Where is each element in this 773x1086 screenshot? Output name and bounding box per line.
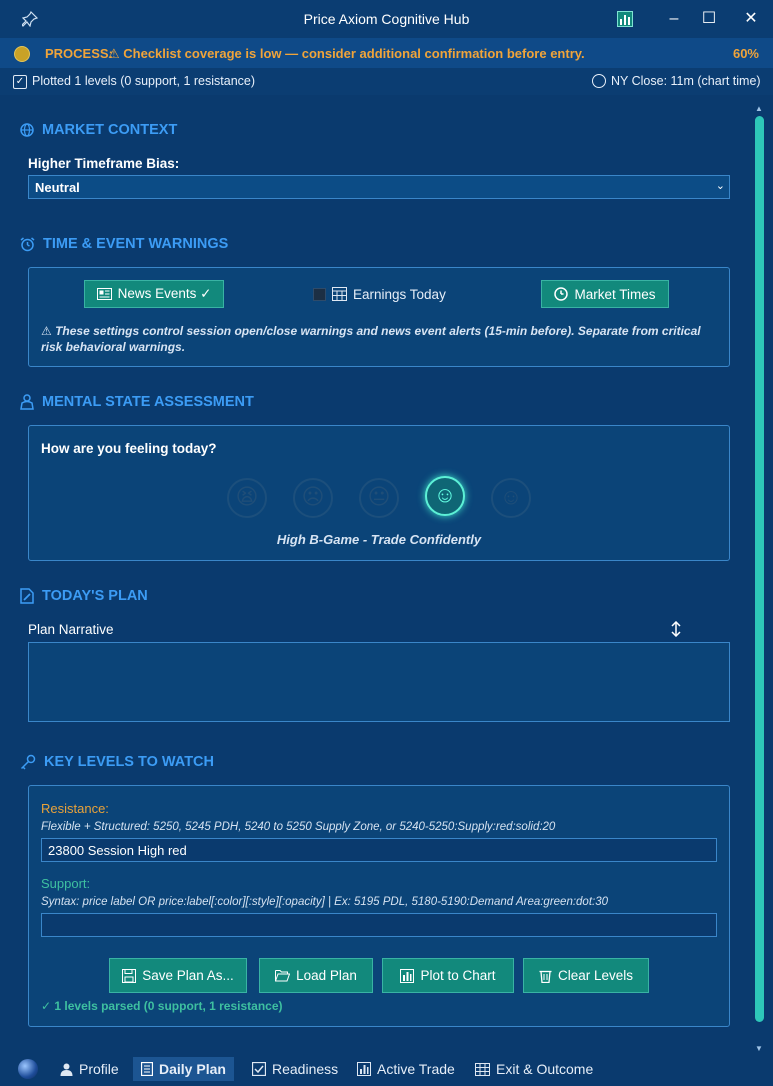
clock-icon	[554, 287, 569, 301]
mood-exhausted-icon[interactable]: 😫	[227, 478, 267, 518]
bias-label: Higher Timeframe Bias:	[28, 156, 180, 171]
resistance-hint: Flexible + Structured: 5250, 5245 PDH, 5…	[41, 821, 556, 833]
clock-icon	[592, 74, 606, 88]
load-plan-button[interactable]: Load Plan	[259, 958, 373, 993]
time-events-heading: TIME & EVENT WARNINGS	[20, 236, 228, 252]
window-title: Price Axiom Cognitive Hub	[303, 11, 470, 27]
mental-state-panel: How are you feeling today? 😫 ☹ 😐 ☺ ☺ Hig…	[28, 425, 730, 561]
market-context-heading: MARKET CONTEXT	[20, 122, 177, 138]
tab-daily-plan[interactable]: Daily Plan	[133, 1057, 234, 1081]
resistance-label: Resistance:	[41, 801, 109, 816]
tab-readiness[interactable]: Readiness	[252, 1057, 338, 1081]
market-context-title: MARKET CONTEXT	[42, 122, 178, 138]
save-plan-button[interactable]: Save Plan As...	[109, 958, 247, 993]
support-label: Support:	[41, 876, 91, 891]
clear-levels-label: Clear Levels	[557, 968, 634, 983]
earnings-label: Earnings Today	[353, 287, 446, 302]
globe-icon	[20, 123, 34, 137]
save-plan-label: Save Plan As...	[142, 968, 234, 983]
tab-active-trade[interactable]: Active Trade	[357, 1057, 455, 1081]
tab-active-trade-label: Active Trade	[377, 1061, 455, 1077]
grid-icon	[475, 1062, 490, 1076]
mental-state-title: MENTAL STATE ASSESSMENT	[42, 394, 254, 410]
close-button[interactable]: ✕	[740, 8, 762, 30]
resize-vertical-icon[interactable]	[670, 621, 682, 637]
time-events-note: ⚠ These settings control session open/cl…	[41, 324, 701, 354]
parse-status: ✓ 1 levels parsed (0 support, 1 resistan…	[41, 999, 283, 1013]
news-events-button[interactable]: News Events ✓	[84, 280, 224, 308]
bar-chart-icon[interactable]	[617, 11, 633, 27]
market-times-button[interactable]: Market Times	[541, 280, 669, 308]
resistance-value: 23800 Session High red	[48, 843, 187, 858]
key-levels-title: KEY LEVELS TO WATCH	[44, 754, 214, 770]
plotted-checkbox[interactable]: ✓	[13, 75, 27, 89]
news-events-label: News Events ✓	[117, 286, 212, 301]
bar-chart-icon	[357, 1062, 371, 1076]
plotted-status: Plotted 1 levels (0 support, 1 resistanc…	[32, 74, 256, 88]
newspaper-icon	[96, 288, 112, 300]
maximize-button[interactable]: ☐	[698, 8, 720, 30]
clear-levels-button[interactable]: Clear Levels	[523, 958, 649, 993]
time-events-title: TIME & EVENT WARNINGS	[43, 236, 229, 252]
load-plan-label: Load Plan	[296, 968, 357, 983]
check-square-icon	[252, 1062, 266, 1076]
support-hint: Syntax: price label OR price:label[:colo…	[41, 896, 609, 908]
plot-to-chart-label: Plot to Chart	[420, 968, 496, 983]
plan-narrative-textarea[interactable]	[28, 642, 730, 722]
market-times-label: Market Times	[574, 286, 656, 302]
tab-profile-label: Profile	[79, 1061, 119, 1077]
key-levels-heading: KEY LEVELS TO WATCH	[20, 754, 214, 770]
process-label: PROCESS:	[45, 46, 113, 61]
trash-icon	[539, 970, 552, 983]
mood-neutral-icon[interactable]: 😐	[359, 478, 399, 518]
calendar-icon	[332, 287, 347, 301]
edit-document-icon	[20, 588, 34, 604]
tab-readiness-label: Readiness	[272, 1061, 339, 1077]
tab-daily-plan-label: Daily Plan	[159, 1061, 226, 1077]
mood-caption: High B-Game - Trade Confidently	[276, 532, 482, 547]
time-events-panel: News Events ✓ Earnings Today Market Time…	[28, 267, 730, 367]
mental-state-question: How are you feeling today?	[41, 441, 217, 456]
mood-confident-icon[interactable]: ☺	[425, 476, 465, 516]
process-status-icon	[14, 46, 30, 62]
chart-icon	[400, 968, 415, 983]
ny-close-status: NY Close: 11m (chart time)	[611, 74, 761, 88]
process-percent: 60%	[732, 46, 759, 61]
status-line: ✓ Plotted 1 levels (0 support, 1 resista…	[0, 68, 773, 95]
folder-open-icon	[275, 970, 291, 982]
scrollbar-thumb[interactable]	[755, 116, 764, 1022]
mood-happy-icon[interactable]: ☺	[491, 478, 531, 518]
process-message: ⚠ Checklist coverage is low — consider a…	[108, 46, 585, 61]
todays-plan-title: TODAY'S PLAN	[42, 588, 148, 604]
tab-exit-outcome-label: Exit & Outcome	[496, 1061, 594, 1077]
mental-state-heading: MENTAL STATE ASSESSMENT	[20, 394, 254, 410]
tab-profile[interactable]: Profile	[60, 1057, 119, 1081]
process-warning-bar: PROCESS: ⚠ Checklist coverage is low — c…	[0, 38, 773, 68]
scroll-down-icon[interactable]: ▼	[755, 1044, 763, 1053]
plan-narrative-label: Plan Narrative	[28, 622, 114, 637]
tab-exit-outcome[interactable]: Exit & Outcome	[475, 1057, 593, 1081]
person-icon	[20, 394, 34, 410]
bias-value: Neutral	[35, 180, 80, 195]
save-icon	[122, 968, 137, 983]
todays-plan-heading: TODAY'S PLAN	[20, 588, 148, 604]
key-icon	[20, 754, 36, 770]
scroll-up-icon[interactable]: ▲	[755, 104, 763, 113]
plot-to-chart-button[interactable]: Plot to Chart	[382, 958, 514, 993]
document-icon	[141, 1062, 153, 1076]
mood-sad-icon[interactable]: ☹	[293, 478, 333, 518]
minimize-button[interactable]: –	[663, 8, 685, 30]
chevron-down-icon: ⌄	[715, 180, 725, 192]
globe-icon	[18, 1059, 38, 1079]
support-input[interactable]	[41, 913, 717, 937]
bias-select[interactable]: Neutral ⌄	[28, 175, 730, 199]
alarm-clock-icon	[20, 236, 35, 251]
resistance-input[interactable]: 23800 Session High red	[41, 838, 717, 862]
earnings-checkbox[interactable]	[313, 288, 326, 301]
user-icon	[60, 1063, 73, 1076]
title-bar: Price Axiom Cognitive Hub – ☐ ✕	[0, 0, 773, 38]
